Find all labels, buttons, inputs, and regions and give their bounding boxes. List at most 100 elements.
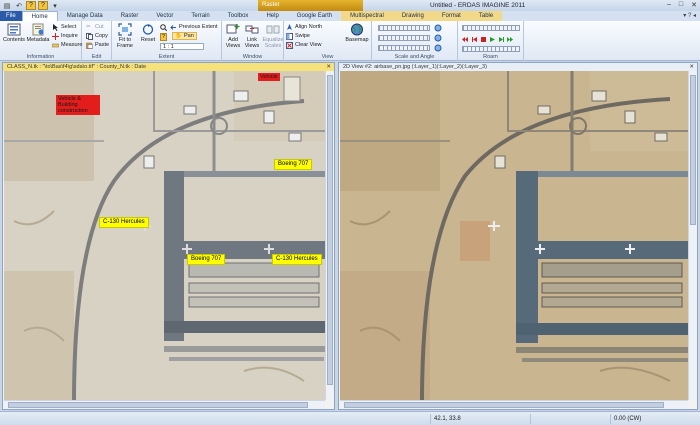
cut-button[interactable]: ✂ Cut [86, 23, 104, 31]
tab-format[interactable]: Format [432, 11, 470, 21]
fit-to-frame-button[interactable]: Fit to Frame [114, 23, 136, 49]
satellite-image-right[interactable] [340, 71, 688, 400]
scrollbar-thumb[interactable] [8, 402, 308, 408]
paste-label: Paste [95, 42, 110, 48]
annotation-label: Boeing 707 [274, 159, 313, 170]
window-title: Untitled - ERDAS IMAGINE 2011 [430, 2, 526, 9]
copy-icon [86, 32, 93, 40]
step-back-icon[interactable] [471, 36, 478, 43]
angle-lock-icon[interactable] [434, 34, 442, 42]
horizontal-scrollbar[interactable] [4, 400, 325, 409]
close-button[interactable]: ✕ [691, 1, 697, 9]
link-views-button[interactable]: Link Views [243, 23, 261, 49]
swipe-label: Swipe [295, 33, 310, 39]
map-view-left[interactable]: Vehicle & Building construction Vehicle … [4, 71, 325, 400]
stop-icon[interactable] [480, 36, 487, 43]
scrollbar-thumb[interactable] [327, 75, 333, 385]
undo-icon[interactable]: ↶ [14, 1, 24, 10]
scrollbar-thumb[interactable] [690, 75, 696, 225]
tab-terrain[interactable]: Terrain [182, 11, 218, 21]
tab-help[interactable]: Help [257, 11, 287, 21]
step-forward-icon[interactable] [498, 36, 505, 43]
reset-button[interactable]: Reset [138, 23, 158, 43]
cut-icon: ✂ [86, 23, 91, 30]
tab-table[interactable]: Table [469, 11, 503, 21]
equalize-icon [266, 25, 280, 34]
north-arrow-icon [287, 23, 292, 30]
help-icon[interactable]: ? [26, 1, 36, 10]
tab-vector[interactable]: Vector [147, 11, 182, 21]
horizontal-scrollbar[interactable] [340, 400, 688, 409]
previous-extent-label: Previous Extent [179, 24, 218, 30]
play-icon[interactable] [489, 36, 496, 43]
map-view-right[interactable] [340, 71, 688, 400]
ribbon: Contents Metadata Select Inquire Measure… [0, 21, 700, 61]
angle-slider[interactable] [378, 35, 430, 41]
reset-icon [142, 24, 154, 35]
metadata-button[interactable]: Metadata [26, 23, 50, 43]
previous-extent-button[interactable]: Previous Extent [170, 23, 218, 31]
help-icon[interactable]: ? [38, 1, 48, 10]
annotation-label: C-130 Hercules [272, 254, 322, 265]
basemap-button[interactable]: Basemap [344, 23, 370, 43]
close-icon[interactable]: ✕ [689, 63, 694, 71]
tab-manage-data[interactable]: Manage Data [58, 11, 112, 21]
copy-button[interactable]: Copy [86, 32, 108, 40]
rewind-icon[interactable] [462, 36, 469, 43]
vertical-scrollbar[interactable] [688, 71, 697, 400]
magnify-lock-icon[interactable] [434, 44, 442, 52]
tab-raster[interactable]: Raster [112, 11, 148, 21]
paste-button[interactable]: Paste [86, 41, 109, 49]
select-label: Select [61, 24, 77, 30]
tab-drawing[interactable]: Drawing [392, 11, 433, 21]
measure-button[interactable]: Measure [52, 41, 82, 49]
ribbon-help-controls[interactable]: ▾ ? ◂ [683, 12, 696, 19]
vertical-scrollbar[interactable] [325, 71, 334, 400]
align-north-button[interactable]: Align North [286, 23, 322, 31]
inquire-button[interactable]: Inquire [52, 32, 78, 40]
scale-input[interactable]: 1 : 1 [160, 42, 204, 50]
scale-slider[interactable] [378, 25, 430, 31]
equalize-scales-button[interactable]: Equalize Scales [262, 23, 284, 49]
pan-button[interactable]: ✋ Pan [172, 32, 197, 40]
save-icon[interactable]: ▤ [2, 1, 12, 10]
tab-multispectral[interactable]: Multispectral [341, 11, 393, 21]
group-scale-and-angle: Scale and Angle [372, 21, 458, 61]
clear-icon [286, 41, 293, 49]
viewer-pane-right[interactable]: 2D View #2: airbase_pn.jpg (:Layer_1)(:L… [338, 62, 698, 410]
fit-frame-icon [118, 23, 132, 36]
magnify-slider[interactable] [378, 45, 430, 51]
close-icon[interactable]: ✕ [326, 63, 331, 71]
scale-lock-icon[interactable] [434, 24, 442, 32]
zoom-in-button[interactable] [160, 23, 167, 31]
select-button[interactable]: Select [52, 23, 76, 31]
tab-google-earth[interactable]: Google Earth [288, 11, 341, 21]
annotation-label: Vehicle & Building construction [56, 95, 100, 115]
add-views-label: Add Views [225, 37, 241, 49]
swipe-button[interactable]: Swipe [286, 32, 310, 40]
viewer-pane-left[interactable]: CLASS_N.tk : "\to\Bas\f4\g\sda\o.tif" : … [2, 62, 335, 410]
contents-label: Contents [3, 37, 26, 43]
roam-position-slider[interactable] [462, 46, 520, 52]
viewer-title-left: CLASS_N.tk : "\to\Bas\f4\g\sda\o.tif" : … [3, 63, 334, 71]
zoom-in-icon [160, 23, 167, 31]
ribbon-tabs: File Home Manage Data Raster Vector Terr… [0, 11, 700, 21]
clear-view-button[interactable]: Clear View [286, 41, 322, 49]
scale-value[interactable]: 1 : 1 [160, 42, 204, 50]
fast-forward-icon[interactable] [507, 36, 514, 43]
roam-speed-slider[interactable] [462, 25, 520, 31]
scrollbar-thumb[interactable] [344, 402, 664, 408]
customize-qat-icon[interactable]: ▾ [50, 1, 60, 10]
help-extent-button[interactable]: ? [160, 33, 168, 41]
maximize-button[interactable]: □ [679, 1, 683, 9]
tab-file[interactable]: File [0, 11, 22, 21]
tab-home[interactable]: Home [21, 11, 58, 21]
tab-toolbox[interactable]: Toolbox [219, 11, 258, 21]
add-views-button[interactable]: Add Views [224, 23, 242, 49]
group-roam: Roam [458, 21, 524, 61]
help-icon: ? [160, 33, 168, 41]
satellite-image-left[interactable] [4, 71, 325, 400]
contents-button[interactable]: Contents [3, 23, 25, 43]
minimize-button[interactable]: – [667, 1, 671, 9]
annotation-label: Vehicle [258, 73, 280, 81]
